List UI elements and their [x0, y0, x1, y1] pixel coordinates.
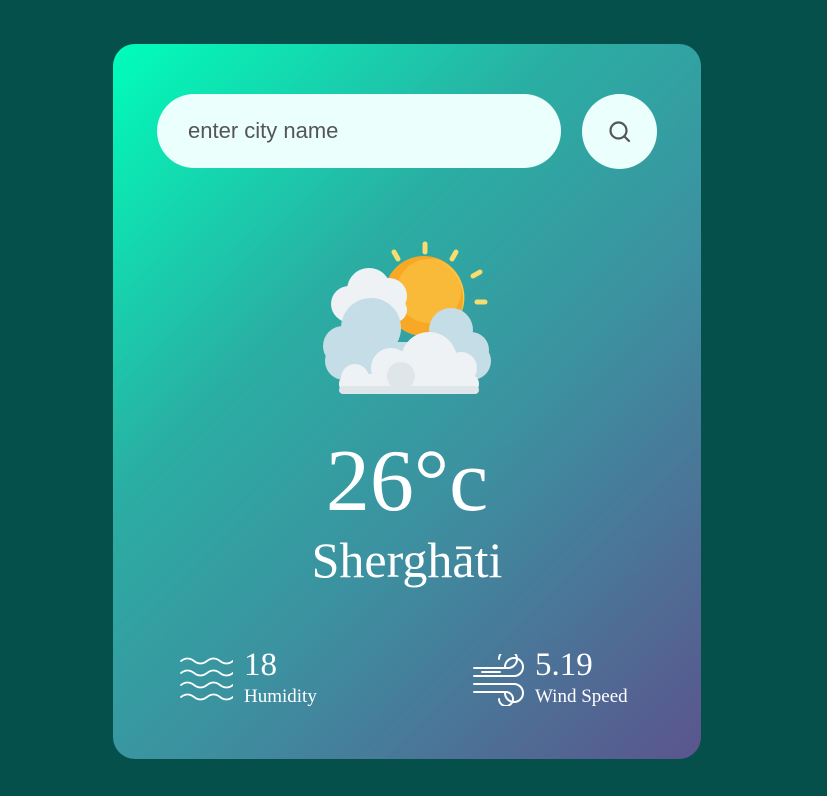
humidity-waves-icon	[180, 657, 233, 701]
search-button[interactable]	[582, 94, 657, 169]
temperature: 26°c	[325, 433, 489, 530]
partly-cloudy-icon	[323, 241, 491, 394]
wind-icon	[473, 654, 524, 706]
humidity-label: Humidity	[244, 686, 317, 707]
weather-card: 26°c Sherghāti 18 Humidity 5.19 Wind Spe…	[113, 44, 701, 759]
humidity-value: 18	[244, 647, 277, 683]
city-name: Sherghāti	[311, 532, 503, 588]
search-input[interactable]	[157, 94, 561, 168]
wind-speed-value: 5.19	[535, 647, 593, 683]
wind-speed-label: Wind Speed	[535, 686, 628, 707]
search-icon	[609, 121, 631, 143]
